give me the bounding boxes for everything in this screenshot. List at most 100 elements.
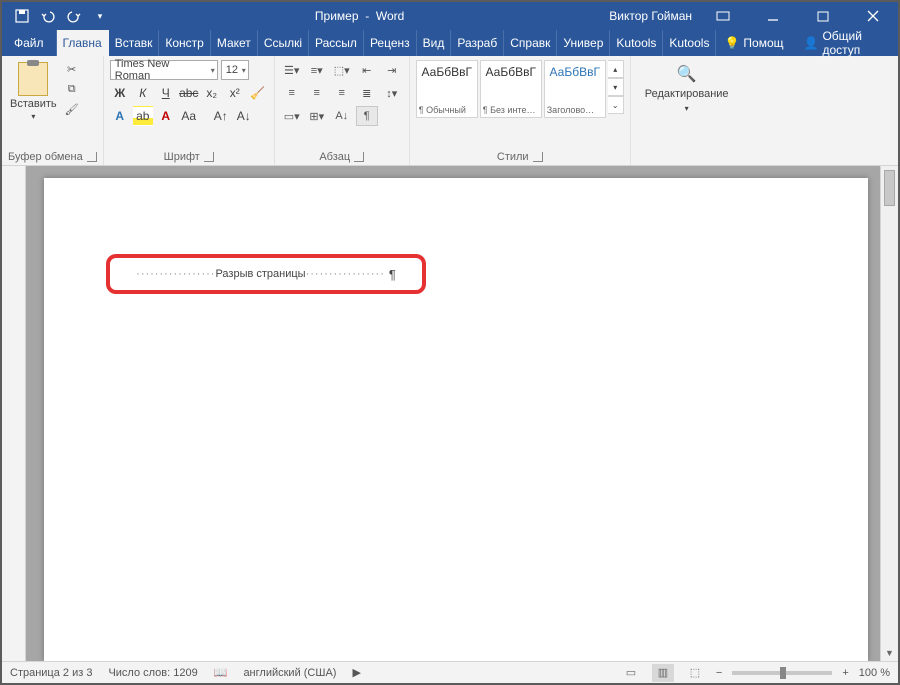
page-break-highlight: ················· Разрыв страницы ······… [106,254,426,294]
group-clipboard: Вставить ▾ ✂ ⧉ 🖌 Буфер обмена [2,56,104,165]
font-name-combo[interactable]: Times New Roman [110,60,218,80]
font-size-combo[interactable]: 12 [221,60,249,80]
read-mode-icon[interactable]: ▭ [620,664,642,682]
tab-universal[interactable]: Универ [557,30,610,56]
quick-access-toolbar: ▾ [2,6,110,26]
save-icon[interactable] [12,6,32,26]
shading-button[interactable]: ▭▾ [281,106,303,126]
minimize-icon[interactable] [754,2,792,30]
zoom-out-button[interactable]: − [716,667,722,679]
qat-more-icon[interactable]: ▾ [90,6,110,26]
subscript-button[interactable]: x₂ [202,83,222,103]
format-painter-icon[interactable]: 🖌 [63,100,81,118]
strike-button[interactable]: abc [179,83,199,103]
ribbon: Вставить ▾ ✂ ⧉ 🖌 Буфер обмена Times New … [2,56,898,166]
tab-view[interactable]: Вид [417,30,452,56]
paste-button[interactable]: Вставить ▾ [8,60,59,123]
document-viewport[interactable]: ················· Разрыв страницы ······… [26,166,898,661]
zoom-slider[interactable] [732,671,832,675]
clipboard-launcher[interactable] [87,152,97,162]
scroll-down-icon[interactable]: ▼ [881,645,898,661]
spellcheck-icon[interactable]: 📖 [214,666,228,679]
font-color-button[interactable]: A [156,106,176,126]
multilevel-button[interactable]: ⬚▾ [331,60,353,80]
vertical-ruler[interactable] [2,166,26,661]
tab-developer[interactable]: Разраб [451,30,504,56]
increase-indent-button[interactable]: ⇥ [381,60,403,80]
numbering-button[interactable]: ≡▾ [306,60,328,80]
superscript-button[interactable]: x² [225,83,245,103]
lightbulb-icon: 💡 [724,36,739,50]
undo-icon[interactable] [38,6,58,26]
zoom-level[interactable]: 100 % [859,667,890,679]
tab-insert[interactable]: Вставк [109,30,160,56]
page[interactable]: ················· Разрыв страницы ······… [44,178,868,661]
font-launcher[interactable] [204,152,214,162]
tab-layout[interactable]: Макет [211,30,258,56]
document-area: ················· Разрыв страницы ······… [2,166,898,661]
bullets-button[interactable]: ☰▾ [281,60,303,80]
bold-button[interactable]: Ж [110,83,130,103]
page-break-label: Разрыв страницы [215,268,305,280]
styles-launcher[interactable] [533,152,543,162]
tab-design[interactable]: Констр [159,30,210,56]
tell-me[interactable]: 💡 Помощ [716,36,791,50]
styles-gallery-more[interactable]: ▴▾⌄ [608,60,624,114]
tab-help-tab[interactable]: Справк [504,30,557,56]
shrink-font-button[interactable]: A↓ [234,106,254,126]
change-case-button[interactable]: Aa [179,106,199,126]
app-name: Word [376,9,404,23]
maximize-icon[interactable] [804,2,842,30]
copy-icon[interactable]: ⧉ [63,80,81,98]
page-indicator[interactable]: Страница 2 из 3 [10,667,92,679]
show-marks-button[interactable]: ¶ [356,106,378,126]
statusbar: Страница 2 из 3 Число слов: 1209 📖 англи… [2,661,898,683]
ribbon-options-icon[interactable] [704,2,742,30]
text-effects-button[interactable]: A [110,106,130,126]
sort-button[interactable]: A↓ [331,106,353,126]
line-spacing-button[interactable]: ↕▾ [381,83,403,103]
decrease-indent-button[interactable]: ⇤ [356,60,378,80]
close-icon[interactable] [854,2,892,30]
align-center-button[interactable]: ≡ [306,83,328,103]
justify-button[interactable]: ≣ [356,83,378,103]
style-heading1[interactable]: АаБбВвГ Заголово… [544,60,606,118]
tab-review[interactable]: Реценз [364,30,417,56]
align-right-button[interactable]: ≡ [331,83,353,103]
page-break-marker[interactable]: ················· Разрыв страницы ······… [136,267,396,282]
word-count[interactable]: Число слов: 1209 [108,667,197,679]
italic-button[interactable]: К [133,83,153,103]
vertical-scrollbar[interactable]: ▲ ▼ [880,166,898,661]
window-title: Пример - Word [110,9,609,23]
tab-mailings[interactable]: Рассыл [309,30,364,56]
tab-references[interactable]: Ссылкі [258,30,309,56]
grow-font-button[interactable]: A↑ [211,106,231,126]
tab-file[interactable]: Файл [2,30,57,56]
redo-icon[interactable] [64,6,84,26]
doc-name: Пример [315,9,359,23]
style-no-spacing[interactable]: АаБбВвГ ¶ Без инте… [480,60,542,118]
language-indicator[interactable]: английский (США) [243,667,336,679]
print-layout-icon[interactable]: ▥ [652,664,674,682]
group-paragraph: ☰▾ ≡▾ ⬚▾ ⇤ ⇥ ≡ ≡ ≡ ≣ ↕▾ ▭▾ ⊞▾ A↓ ¶ Абзац [275,56,410,165]
editing-button[interactable]: 🔍 Редактирование ▾ [637,60,737,117]
cut-icon[interactable]: ✂ [63,60,81,78]
tab-kutools[interactable]: Kutools [610,30,663,56]
macro-icon[interactable]: ▶ [352,666,360,679]
scrollbar-thumb[interactable] [884,170,895,206]
titlebar: ▾ Пример - Word Виктор Гойман [2,2,898,30]
highlight-button[interactable]: ab [133,106,153,126]
tab-kutools2[interactable]: Kutools [663,30,716,56]
zoom-in-button[interactable]: + [842,667,848,679]
search-icon: 🔍 [677,64,697,84]
borders-button[interactable]: ⊞▾ [306,106,328,126]
align-left-button[interactable]: ≡ [281,83,303,103]
style-normal[interactable]: АаБбВвГ ¶ Обычный [416,60,478,118]
paragraph-launcher[interactable] [354,152,364,162]
web-layout-icon[interactable]: ⬚ [684,664,706,682]
underline-button[interactable]: Ч [156,83,176,103]
clear-format-button[interactable]: 🧹 [248,83,268,103]
group-editing: 🔍 Редактирование ▾ [631,56,743,165]
tab-home[interactable]: Главна [57,30,109,56]
share-button[interactable]: 👤 Общий доступ [796,29,898,57]
